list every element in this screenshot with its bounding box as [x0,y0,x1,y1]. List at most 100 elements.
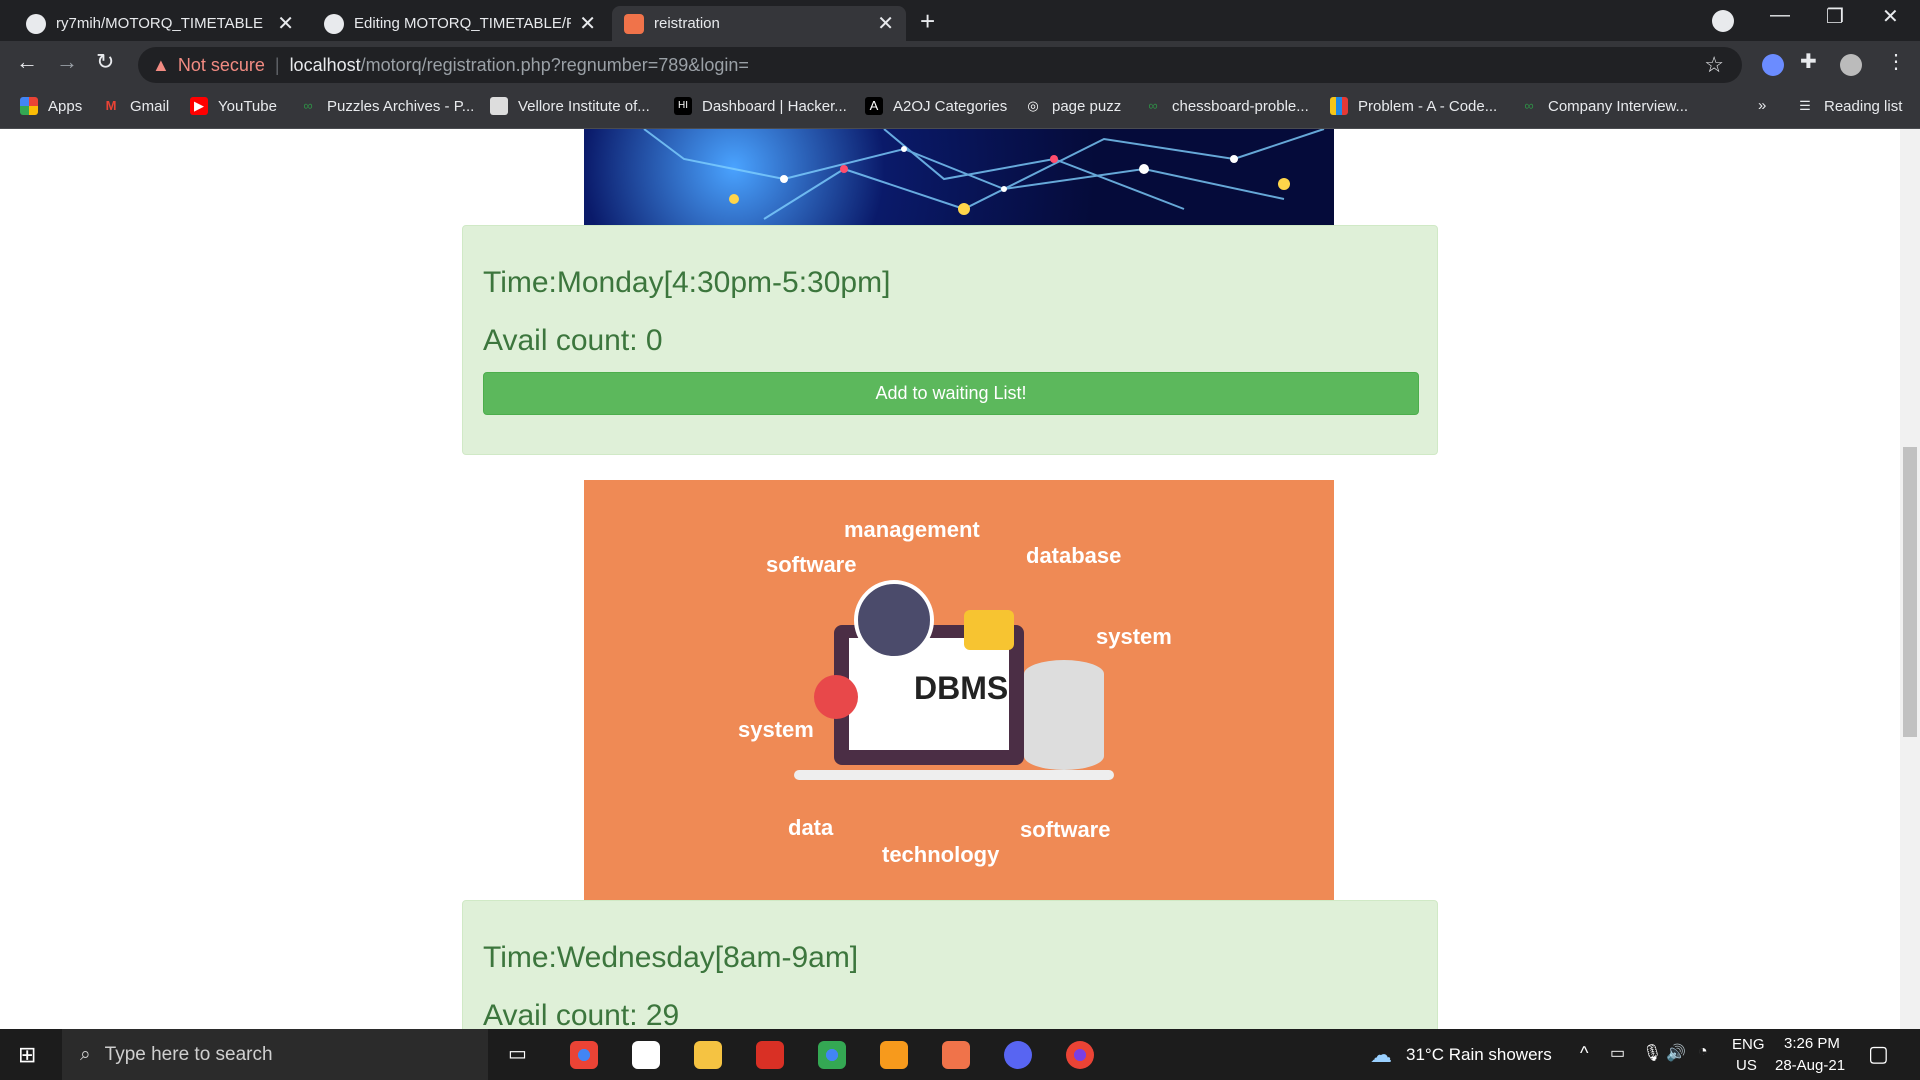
more-bookmarks-button[interactable]: » [1758,97,1766,114]
wifi-icon[interactable]: ◔ [1698,1043,1708,1061]
extension-icon[interactable] [1762,54,1784,76]
apps-grid-icon [20,97,38,115]
label-technology: technology [882,842,1000,867]
microphone-icon[interactable]: 🎙 [1642,1043,1662,1063]
page-content: Time:Monday[4:30pm-5:30pm] Avail count: … [0,129,1920,1029]
restore-button[interactable]: ❐ [1826,4,1844,29]
clock-time[interactable]: 3:26 PM [1784,1035,1840,1052]
dbms-title: DBMS [914,670,1009,706]
bookmark-gmail[interactable]: M Gmail [102,97,170,115]
tab-editing-timetable[interactable]: Editing MOTORQ_TIMETABLE/RE ✕ [312,6,608,41]
speaker-icon[interactable]: 🔊 [1666,1043,1686,1063]
warning-icon: ▲ [152,54,170,75]
weather-icon[interactable]: ☁ [1370,1042,1392,1068]
tab-github-timetable[interactable]: ry7mih/MOTORQ_TIMETABLE ✕ [14,6,306,41]
dbms-illustration-image: management software database system syst… [584,480,1334,900]
bookmark-vit[interactable]: Vellore Institute of... [490,97,650,115]
label-database: database [1026,543,1122,568]
xampp-icon [624,13,644,34]
bookmark-a2oj[interactable]: A A2OJ Categories [865,97,1007,115]
slot-avail-count: Avail count: 29 [483,999,680,1029]
hackerrank-icon: HI [674,97,692,115]
task-view-icon[interactable]: ▭ [508,1041,527,1066]
bookmark-chessboard[interactable]: ∞ chessboard-proble... [1144,97,1308,115]
file-explorer-icon[interactable] [694,1041,722,1069]
sublime-text-icon[interactable] [880,1041,908,1069]
chrome-icon[interactable] [570,1041,598,1069]
a2oj-icon: A [865,97,883,115]
label-data: data [788,815,834,840]
network-banner-image [584,129,1334,225]
browser-toolbar: ← → ↻ ▲ Not secure | localhost /motorq/r… [0,41,1920,89]
gfg-icon: ∞ [1524,98,1534,113]
search-placeholder: Type here to search [104,1043,273,1065]
windows-start-icon[interactable]: ⊞ [18,1042,36,1068]
not-secure-label[interactable]: Not secure [178,55,265,76]
reading-list-icon: ☰ [1799,98,1811,113]
slot-avail-count: Avail count: 0 [483,324,663,357]
new-tab-button[interactable]: + [920,6,935,37]
taskbar-search-box[interactable]: ⌕ Type here to search [62,1029,488,1080]
bookmark-star-icon[interactable]: ☆ [1704,52,1724,78]
bookmark-company-interview[interactable]: ∞ Company Interview... [1520,97,1688,115]
tab-title: Editing MOTORQ_TIMETABLE/RE [354,15,572,32]
bookmark-page-puzz[interactable]: ◎ page puzz [1024,97,1121,115]
slot-time: Time:Monday[4:30pm-5:30pm] [483,266,891,299]
slot-time: Time:Wednesday[8am-9am] [483,941,859,974]
bookmark-codeforces[interactable]: Problem - A - Code... [1330,97,1497,115]
database-cylinder-icon [1024,660,1104,770]
page-scrollbar[interactable] [1900,129,1920,1029]
chrome-active-icon[interactable] [818,1041,846,1069]
bookmarks-bar: Apps M Gmail ▶ YouTube ∞ Puzzles Archives -… [0,89,1920,129]
gear-circle-icon [854,580,934,660]
tab-title: ry7mih/MOTORQ_TIMETABLE [56,15,263,32]
minimize-button[interactable]: — [1770,4,1790,27]
bookmark-apps[interactable]: Apps [20,97,82,115]
tab-registration[interactable]: reistration ✕ [612,6,906,41]
dolby-icon[interactable] [632,1041,660,1069]
acrobat-icon[interactable] [756,1041,784,1069]
forward-button[interactable]: → [56,49,78,75]
label-management: management [844,517,980,542]
back-button[interactable]: ← [16,49,38,75]
divider: | [274,54,280,75]
avatar[interactable] [1840,54,1862,76]
tab-strip: ry7mih/MOTORQ_TIMETABLE ✕ Editing MOTORQ… [0,0,1920,41]
close-window-button[interactable]: ✕ [1882,4,1899,29]
scrollbar-thumb[interactable] [1903,447,1917,737]
close-icon[interactable]: ✕ [877,11,894,36]
profile-menu-icon[interactable] [1712,10,1734,32]
notifications-icon[interactable]: ▢ [1868,1041,1889,1067]
reload-button[interactable]: ↻ [96,49,114,75]
extensions-puzzle-icon[interactable]: ✚ [1800,49,1822,73]
network-graphic [643,129,1325,220]
close-icon[interactable]: ✕ [277,11,294,36]
search-icon: ⌕ [80,1043,91,1065]
discord-icon[interactable] [1004,1041,1032,1069]
codeforces-icon [1330,97,1348,115]
chat-bubble-icon [964,610,1014,650]
label-software: software [1020,817,1111,842]
xampp-icon[interactable] [942,1041,970,1069]
bookmark-puzzles[interactable]: ∞ Puzzles Archives - P... [299,97,474,115]
slot-card-monday: Time:Monday[4:30pm-5:30pm] Avail count: … [462,225,1438,455]
gfg-icon: ∞ [1148,98,1158,113]
reading-list-button[interactable]: ☰ Reading list [1796,97,1902,115]
address-bar[interactable]: ▲ Not secure | localhost /motorq/registr… [138,47,1742,83]
laptop-base [794,770,1114,780]
weather-text[interactable]: 31°C Rain showers [1406,1045,1552,1065]
battery-icon[interactable]: ▭ [1610,1043,1625,1063]
gfg-icon: ∞ [303,98,313,113]
github-icon [324,13,344,34]
close-icon[interactable]: ✕ [579,11,596,36]
clock-date[interactable]: 28-Aug-21 [1775,1057,1845,1074]
chevron-up-icon[interactable]: ^ [1580,1043,1588,1064]
more-menu-icon[interactable]: ⋮ [1886,49,1908,73]
chrome-profile-icon[interactable] [1066,1041,1094,1069]
add-to-waiting-list-button[interactable]: Add to waiting List! [483,372,1419,415]
language-bottom[interactable]: US [1736,1057,1757,1074]
language-top[interactable]: ENG [1732,1036,1765,1053]
bookmark-youtube[interactable]: ▶ YouTube [190,97,277,115]
youtube-icon: ▶ [190,97,208,115]
bookmark-hackerrank[interactable]: HI Dashboard | Hacker... [674,97,847,115]
